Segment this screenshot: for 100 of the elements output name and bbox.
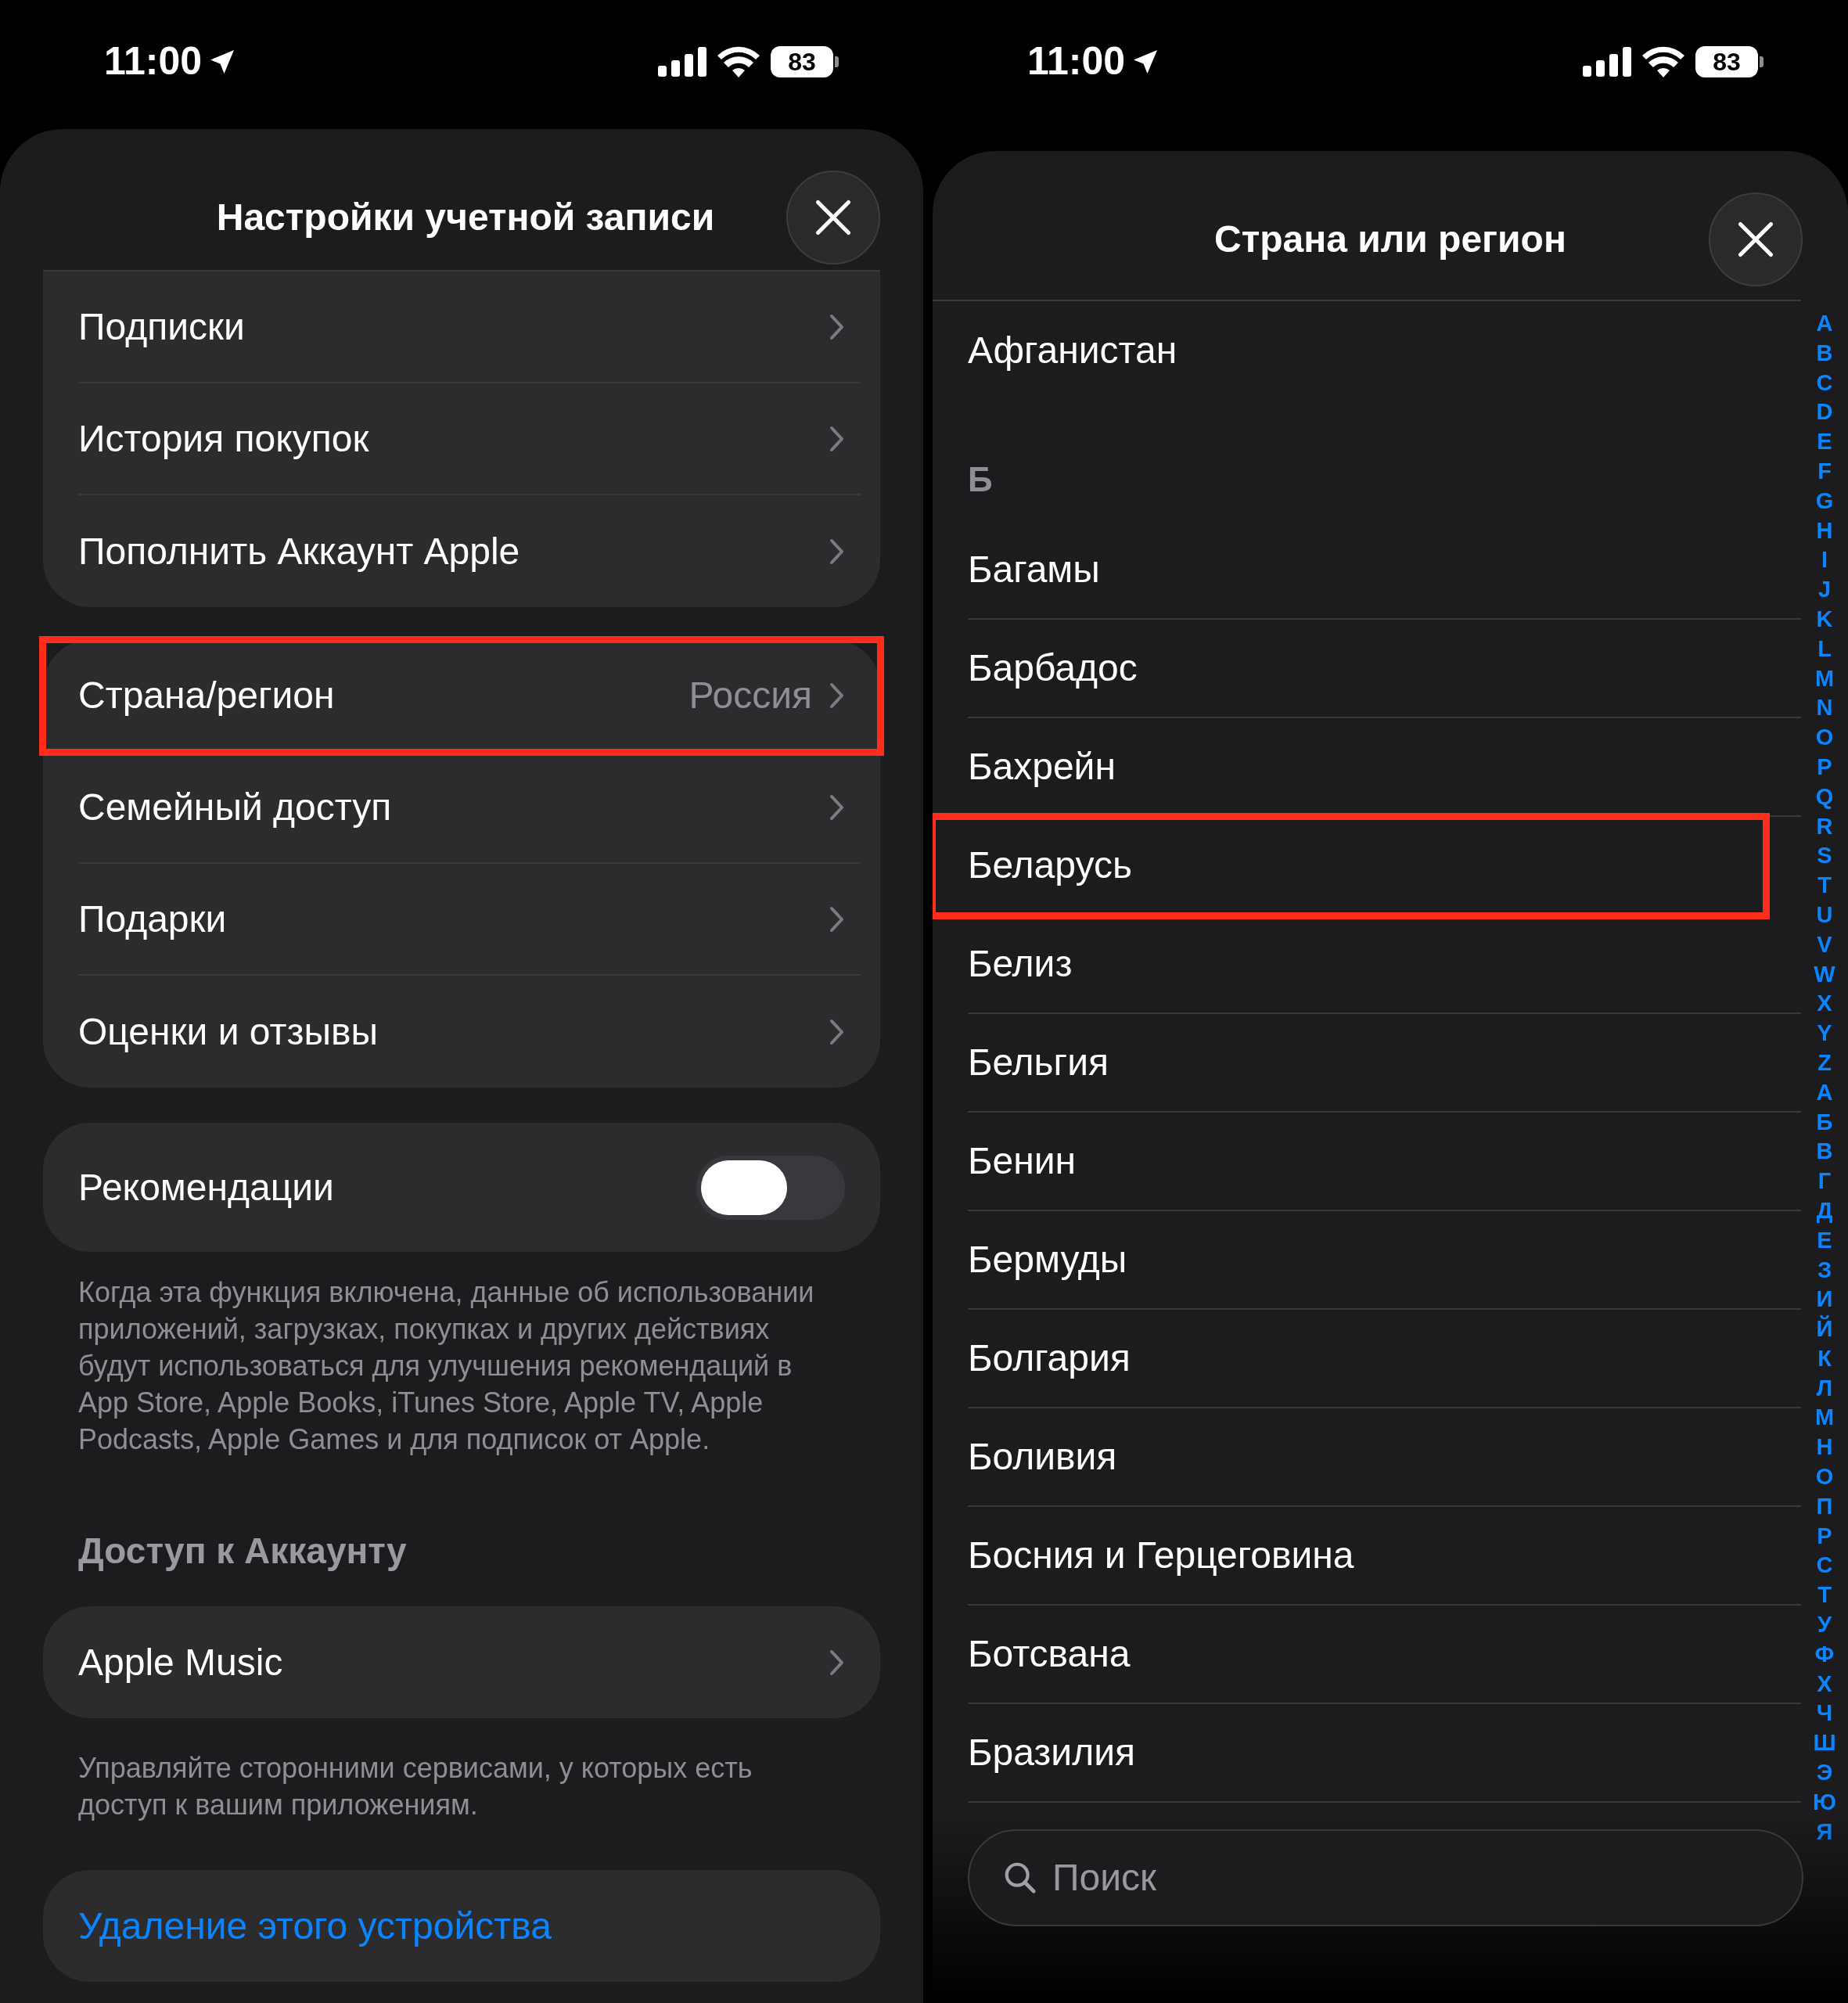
index-letter[interactable]: O [1815, 723, 1834, 753]
country-name: Бельгия [968, 1041, 1109, 1084]
index-letter[interactable]: Y [1817, 1019, 1832, 1048]
index-letter[interactable]: Е [1817, 1225, 1832, 1256]
chevron-icon [829, 538, 845, 565]
index-letter[interactable]: З [1817, 1255, 1832, 1286]
index-letter[interactable]: У [1817, 1610, 1832, 1640]
index-letter[interactable]: C [1816, 368, 1833, 398]
index-letter[interactable]: Я [1816, 1817, 1833, 1847]
index-letter[interactable]: U [1816, 900, 1833, 930]
chevron-icon [829, 1649, 845, 1676]
index-letter[interactable]: В [1816, 1137, 1833, 1167]
country-name: Бенин [968, 1139, 1077, 1183]
settings-row[interactable]: Пополнить Аккаунт Apple [43, 495, 880, 607]
country-row[interactable]: Бахрейн [933, 718, 1801, 817]
country-row[interactable]: Бельгия [933, 1014, 1801, 1113]
row-label: Apple Music [78, 1640, 283, 1685]
country-name: Афганистан [968, 329, 1177, 372]
country-row[interactable]: Белиз [933, 915, 1801, 1014]
index-letter[interactable]: M [1814, 663, 1835, 694]
index-letter[interactable]: Х [1817, 1669, 1832, 1699]
index-letter[interactable]: Q [1815, 782, 1834, 812]
index-letter[interactable]: Ш [1813, 1728, 1836, 1759]
index-letter[interactable]: Ф [1814, 1639, 1835, 1670]
country-row[interactable]: Афганистан [933, 301, 1801, 400]
index-letter[interactable]: Д [1816, 1196, 1833, 1226]
index-letter[interactable]: I [1821, 545, 1828, 576]
index-letter[interactable]: Э [1816, 1758, 1833, 1788]
index-letter[interactable]: К [1817, 1343, 1832, 1374]
index-letter[interactable]: S [1817, 841, 1832, 872]
chevron-icon [829, 793, 845, 821]
country-row[interactable]: Ботсвана [933, 1606, 1801, 1704]
country-row[interactable]: Барбадос [933, 620, 1801, 718]
index-letter[interactable]: N [1816, 693, 1833, 724]
index-letter[interactable]: H [1816, 516, 1833, 546]
index-letter[interactable]: Т [1817, 1580, 1832, 1611]
row-label: Пополнить Аккаунт Apple [78, 529, 520, 574]
index-letter[interactable]: X [1817, 989, 1832, 1019]
toggle-note: Когда эта функция включена, данные об использовании приложений, загрузках, покупках и других действиях будут использоваться для улучшения рекомендаций в App Store, Apple Books, iTunes Store, Apple TV, Apple Podcasts, Apple Games и для подписок от Apple. [77, 1275, 815, 1457]
country-name: Бахрейн [968, 745, 1116, 789]
status-time: 11:00 [1027, 38, 1126, 85]
country-row[interactable]: Бермуды [933, 1211, 1801, 1310]
index-letter[interactable]: G [1815, 486, 1834, 516]
chevron-icon [829, 1018, 845, 1045]
index-letter[interactable]: T [1817, 871, 1832, 901]
index-letter[interactable]: Й [1816, 1314, 1833, 1344]
row-label: Подписки [78, 304, 245, 349]
country-row[interactable]: Бразилия [933, 1704, 1801, 1803]
wifi-icon [1642, 45, 1684, 77]
chevron-icon [829, 681, 845, 709]
index-letter[interactable]: П [1816, 1491, 1833, 1522]
row-label: Оценки и отзывы [78, 1009, 378, 1054]
settings-row[interactable]: Семейный доступ [43, 752, 880, 864]
index-letter[interactable]: A [1816, 309, 1833, 339]
access-note: Управляйте сторонними сервисами, у которых есть доступ к вашим приложениям. [77, 1751, 753, 1822]
row-label: Семейный доступ [78, 785, 392, 829]
country-row[interactable]: Беларусь [933, 817, 1766, 915]
index-letter[interactable]: Z [1817, 1048, 1832, 1078]
index-letter[interactable]: Г [1817, 1167, 1832, 1196]
search-field[interactable]: Поиск [968, 1829, 1803, 1926]
index-letter[interactable]: Н [1816, 1433, 1833, 1463]
index-letter[interactable]: М [1814, 1403, 1835, 1433]
index-letter[interactable]: D [1816, 397, 1833, 428]
index-letter[interactable]: Б [1816, 1107, 1833, 1138]
index-letter[interactable]: P [1817, 752, 1832, 782]
index-letter[interactable]: B [1816, 338, 1833, 369]
index-letter[interactable]: L [1817, 634, 1832, 664]
index-letter[interactable]: С [1816, 1551, 1833, 1581]
country-name: Бермуды [968, 1238, 1127, 1282]
settings-row[interactable]: Apple Music [43, 1606, 880, 1718]
index-letter[interactable]: E [1817, 427, 1832, 457]
index-letter[interactable]: Ю [1813, 1787, 1836, 1818]
delete-device-link[interactable]: Удаление этого устройства [78, 1897, 552, 1954]
index-letter[interactable]: K [1816, 604, 1833, 635]
index-letter[interactable]: W [1814, 959, 1835, 990]
country-row[interactable]: Багамы [933, 521, 1801, 620]
toggle-label: Рекомендации [78, 1165, 334, 1210]
settings-row[interactable]: Страна/регион Россия [43, 640, 880, 752]
wifi-icon [717, 45, 760, 77]
index-letter[interactable]: И [1816, 1285, 1833, 1315]
settings-row[interactable]: Подарки [43, 864, 880, 976]
settings-row[interactable]: Подписки [43, 272, 880, 383]
index-letter[interactable]: Ч [1816, 1699, 1833, 1729]
country-row[interactable]: Бенин [933, 1113, 1801, 1211]
index-letter[interactable]: А [1816, 1077, 1833, 1108]
country-row[interactable]: Боливия [933, 1408, 1801, 1507]
country-name: Беларусь [968, 843, 1132, 887]
index-letter[interactable]: О [1815, 1462, 1834, 1492]
index-letter[interactable]: V [1817, 930, 1832, 960]
index-letter[interactable]: Р [1817, 1521, 1832, 1552]
country-row[interactable]: Босния и Герцеговина [933, 1507, 1801, 1606]
country-name: Бразилия [968, 1731, 1135, 1775]
search-input[interactable]: Поиск [1052, 1850, 1802, 1906]
index-letter[interactable]: F [1817, 457, 1832, 487]
index-letter[interactable]: R [1816, 811, 1833, 842]
index-letter[interactable]: Л [1816, 1373, 1833, 1404]
country-row[interactable]: Болгария [933, 1310, 1801, 1408]
settings-row[interactable]: История покупок [43, 383, 880, 495]
settings-row[interactable]: Оценки и отзывы [43, 976, 880, 1088]
index-letter[interactable]: J [1817, 575, 1832, 605]
